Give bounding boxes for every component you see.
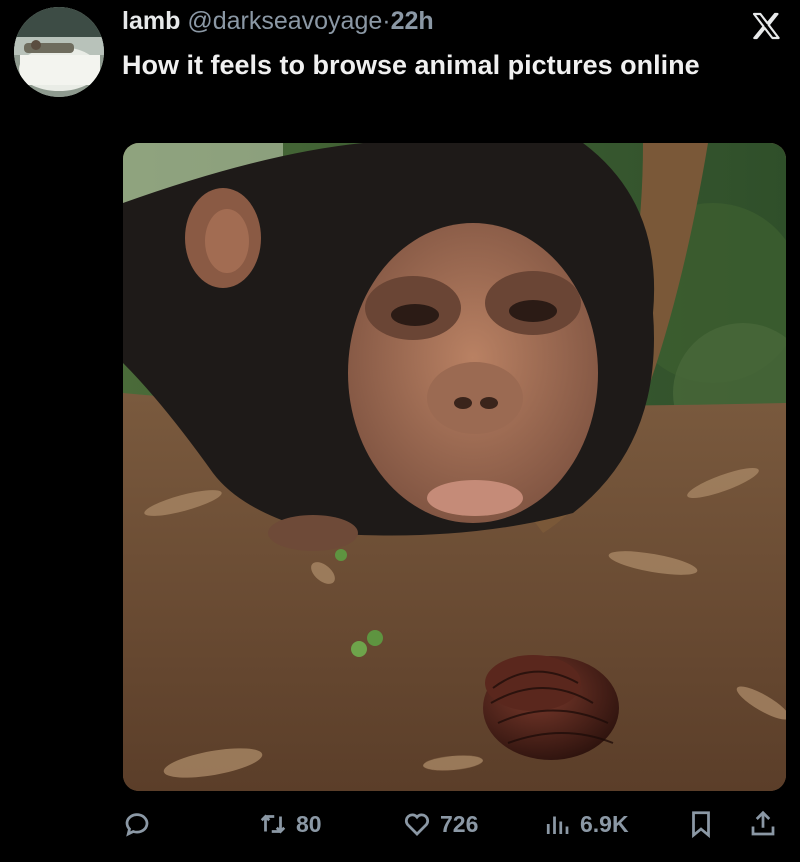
separator-dot: · bbox=[382, 7, 391, 35]
like-button[interactable]: 726 bbox=[402, 802, 478, 846]
share-icon bbox=[751, 810, 775, 836]
bookmark-icon bbox=[692, 811, 710, 839]
tweet-time[interactable]: 22h bbox=[391, 7, 434, 35]
heart-icon bbox=[404, 813, 430, 836]
retweet-count: 80 bbox=[296, 810, 322, 837]
avatar[interactable] bbox=[14, 7, 104, 97]
views-icon bbox=[546, 816, 569, 834]
avatar-image bbox=[14, 7, 104, 97]
action-bar: 80 726 6.9K bbox=[0, 802, 800, 846]
author-handle[interactable]: @darkseavoyage bbox=[187, 7, 382, 35]
reply-button[interactable] bbox=[122, 802, 160, 846]
tweet-header: lamb @darkseavoyage·22h bbox=[122, 6, 434, 36]
retweet-button[interactable]: 80 bbox=[258, 802, 322, 846]
tweet-image[interactable] bbox=[123, 143, 786, 791]
reply-icon bbox=[125, 813, 149, 837]
retweet-icon bbox=[260, 814, 286, 834]
views-count: 6.9K bbox=[580, 810, 629, 837]
chimp-millipede-photo bbox=[123, 143, 786, 791]
like-count: 726 bbox=[440, 810, 479, 837]
x-logo-icon[interactable] bbox=[750, 10, 782, 42]
bookmark-button[interactable] bbox=[686, 802, 716, 846]
tweet-text: How it feels to browse animal pictures o… bbox=[122, 50, 700, 80]
share-button[interactable] bbox=[748, 802, 778, 846]
views-button[interactable]: 6.9K bbox=[542, 802, 629, 846]
author-name[interactable]: lamb bbox=[122, 7, 180, 35]
